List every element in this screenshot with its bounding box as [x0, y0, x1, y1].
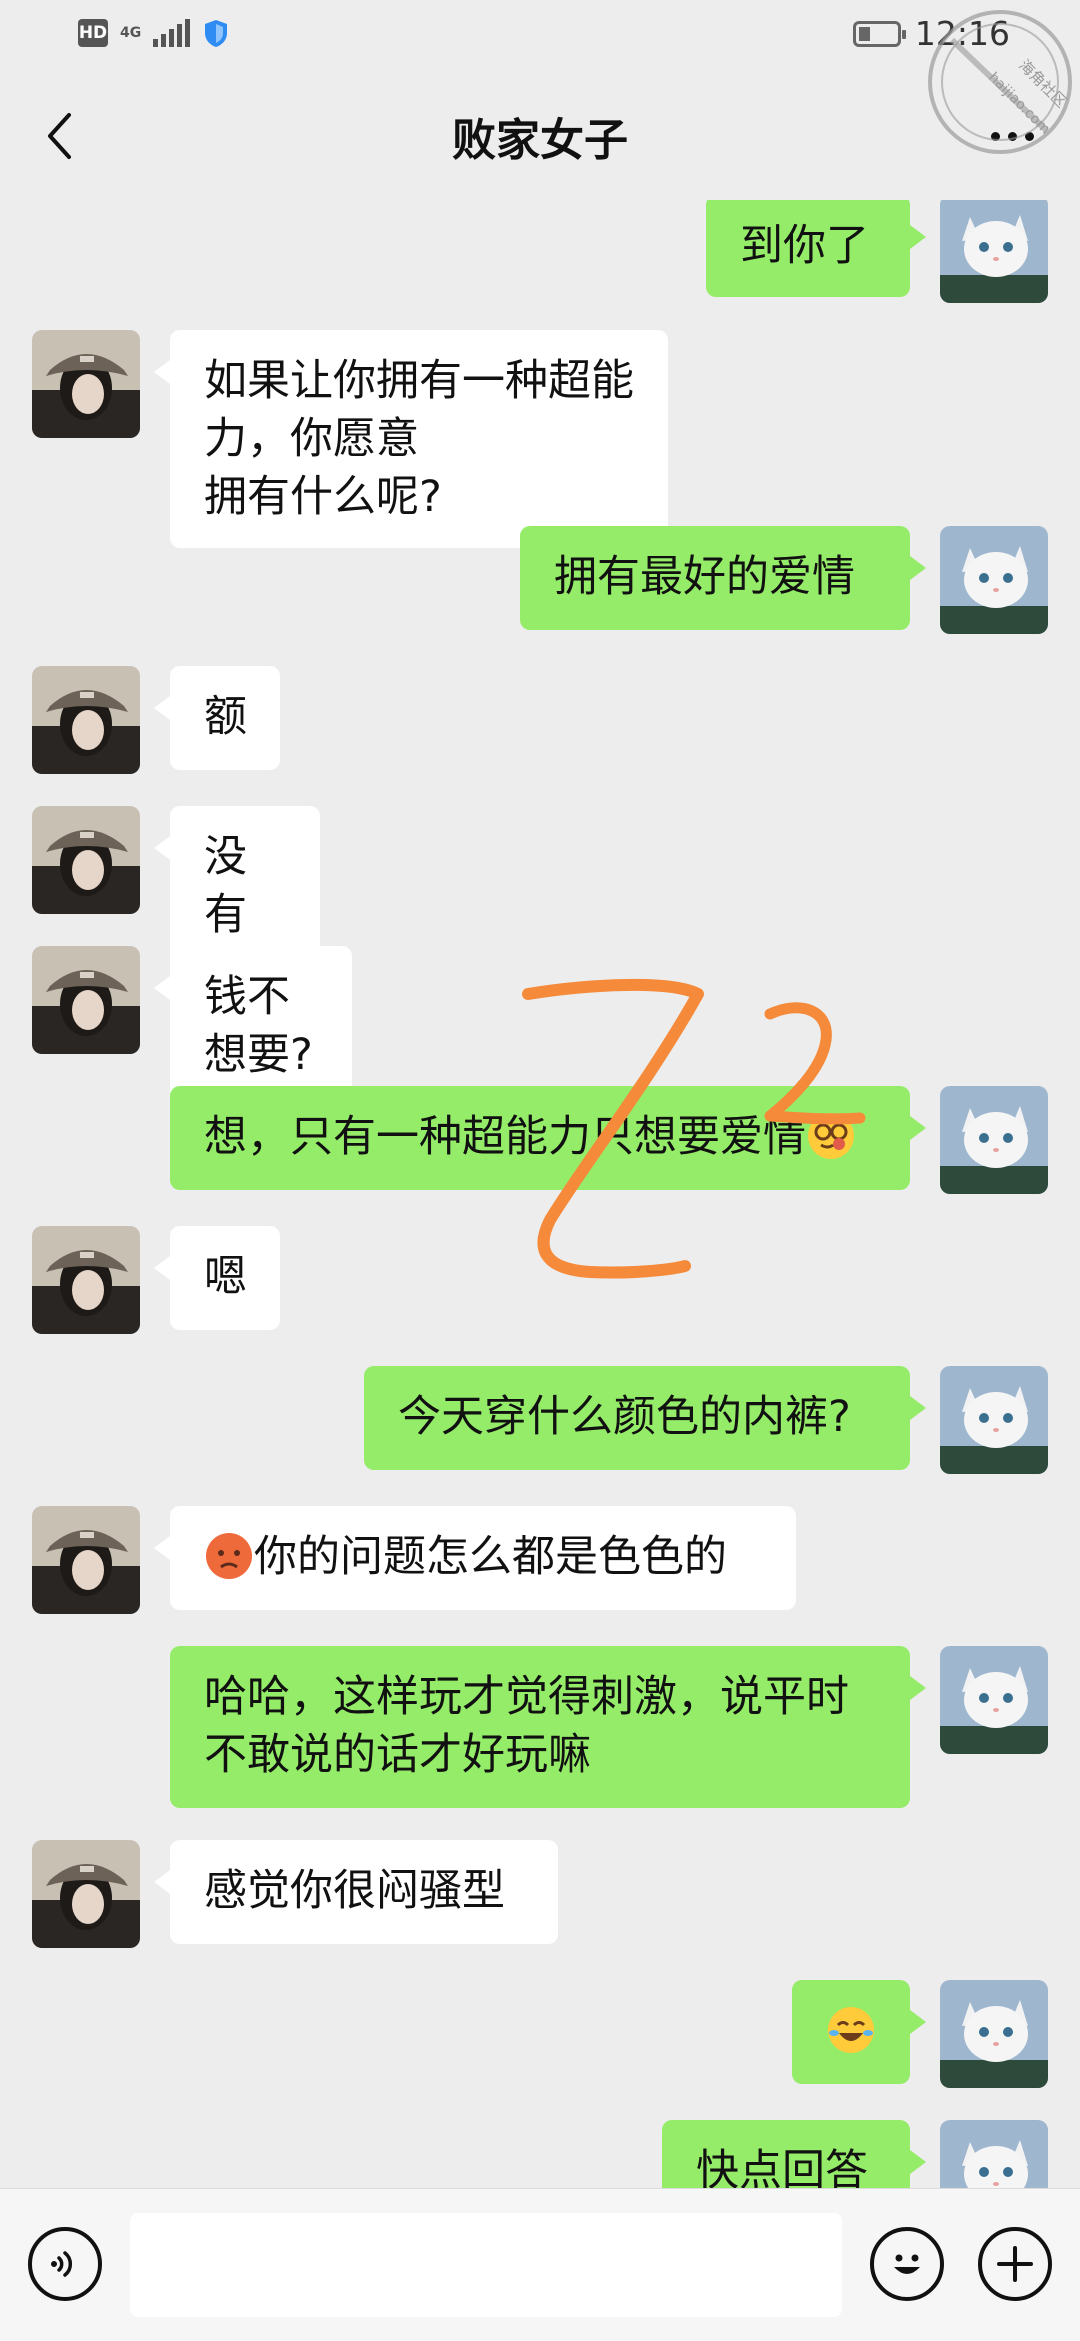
message-bubble[interactable]: 到你了	[706, 200, 926, 297]
message-bubble[interactable]: 如果让你拥有一种超能力，你愿意 拥有什么呢?	[154, 330, 668, 548]
network-type: 4G	[120, 25, 142, 41]
voice-icon	[51, 2251, 73, 2277]
message-bubble[interactable]	[792, 1980, 926, 2084]
message-bubble[interactable]: 快点回答	[662, 2120, 926, 2188]
laughing-crying-emoji	[828, 2007, 874, 2053]
shield-icon	[205, 20, 228, 47]
message-text: 额	[204, 692, 247, 742]
status-bar: HD 4G 12:16	[0, 0, 1080, 76]
page-title: 败家女子	[452, 115, 628, 166]
message-text: 感觉你很闷骚型	[204, 1866, 505, 1916]
contact-avatar[interactable]	[32, 1840, 140, 1948]
message-text: 钱不想要?	[204, 972, 313, 1080]
contact-avatar[interactable]	[32, 330, 140, 438]
message-input[interactable]	[130, 2213, 842, 2317]
message-text: 快点回答	[696, 2146, 868, 2188]
message-bubble[interactable]: 哈哈，这样玩才觉得刺激，说平时 不敢说的话才好玩嘛	[170, 1646, 926, 1808]
battery-icon	[852, 20, 906, 47]
message-text: 今天穿什么颜色的内裤?	[398, 1392, 851, 1442]
message-bubble[interactable]: 嗯	[154, 1226, 280, 1330]
message-list[interactable]: 到你了如果让你拥有一种超能力，你愿意 拥有什么呢?拥有最好的爱情额没有了?钱不想…	[0, 200, 1080, 2188]
my-avatar[interactable]	[940, 1980, 1048, 2088]
signal-icon	[153, 19, 191, 47]
my-avatar[interactable]	[940, 526, 1048, 634]
voice-button[interactable]	[28, 2227, 102, 2301]
my-avatar[interactable]	[940, 200, 1048, 303]
pouting-face-emoji	[206, 1533, 252, 1579]
input-bar	[0, 2188, 1080, 2341]
add-button[interactable]	[978, 2227, 1052, 2301]
contact-avatar[interactable]	[32, 666, 140, 774]
plus-icon	[997, 2246, 1033, 2282]
my-avatar[interactable]	[940, 2120, 1048, 2188]
message-text: 想，只有一种超能力只想要爱情	[204, 1112, 806, 1162]
my-avatar[interactable]	[940, 1366, 1048, 1474]
message-text: 哈哈，这样玩才觉得刺激，说平时 不敢说的话才好玩嘛	[204, 1672, 849, 1780]
message-bubble[interactable]: 钱不想要?	[154, 946, 352, 1106]
message-text: 拥有最好的爱情	[554, 552, 855, 602]
message-bubble[interactable]: 今天穿什么颜色的内裤?	[364, 1366, 926, 1470]
message-text: 如果让你拥有一种超能力，你愿意 拥有什么呢?	[204, 356, 634, 522]
emoji-icon	[894, 2254, 920, 2274]
my-avatar[interactable]	[940, 1086, 1048, 1194]
message-bubble[interactable]: 拥有最好的爱情	[520, 526, 926, 630]
contact-avatar[interactable]	[32, 1226, 140, 1334]
message-bubble[interactable]: 感觉你很闷骚型	[154, 1840, 558, 1944]
contact-avatar[interactable]	[32, 946, 140, 1054]
emoji-button[interactable]	[870, 2227, 944, 2301]
message-text: 你的问题怎么都是色色的	[254, 1532, 727, 1582]
chat-header: 败家女子	[0, 76, 1080, 200]
message-text: 到你了	[740, 221, 869, 271]
message-bubble[interactable]: 额	[154, 666, 280, 770]
hd-badge: HD	[78, 19, 108, 47]
contact-avatar[interactable]	[32, 1506, 140, 1614]
watermark-logo: 海角社区 haijiao.com	[928, 10, 1072, 154]
message-text: 嗯	[204, 1252, 247, 1302]
my-avatar[interactable]	[940, 1646, 1048, 1754]
smirk-glasses-emoji	[808, 1113, 854, 1159]
contact-avatar[interactable]	[32, 806, 140, 914]
message-bubble[interactable]: 你的问题怎么都是色色的	[154, 1506, 796, 1610]
message-bubble[interactable]: 想，只有一种超能力只想要爱情	[170, 1086, 926, 1190]
